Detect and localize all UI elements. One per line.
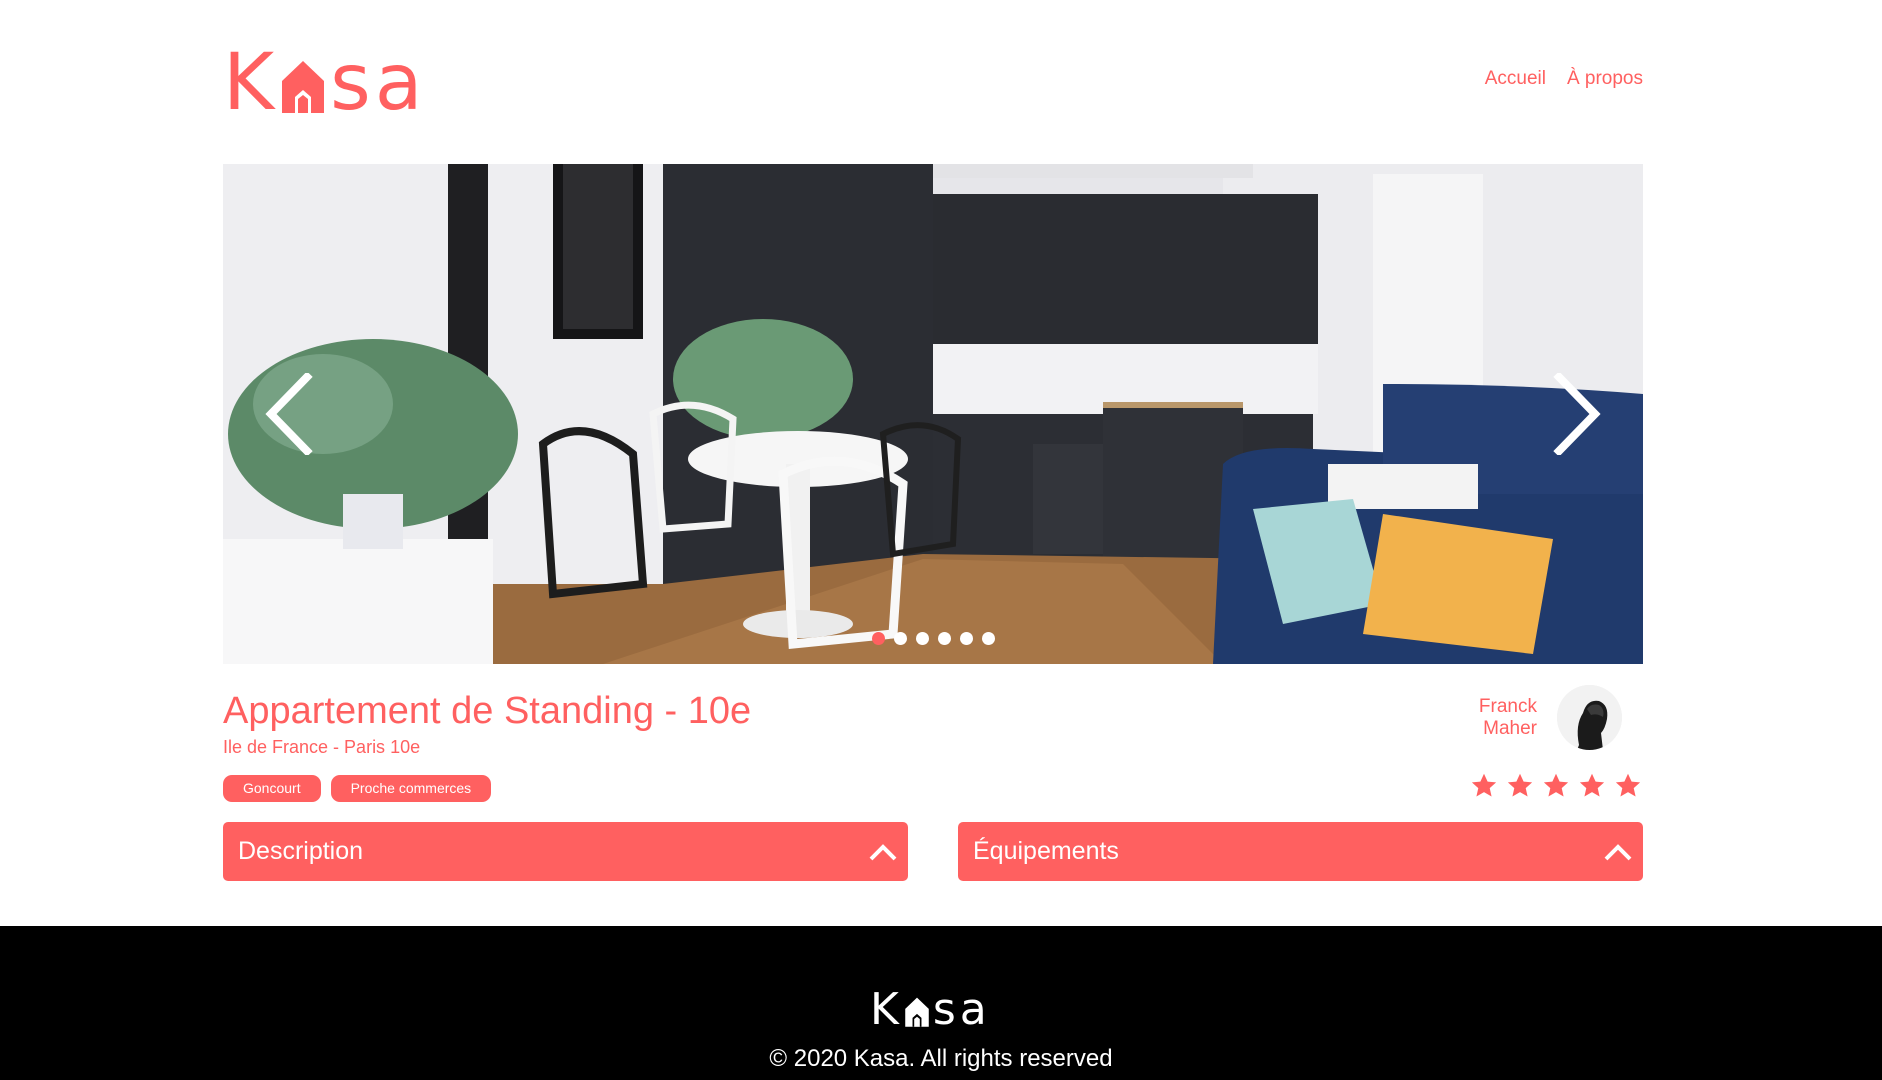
chevron-up-icon <box>869 843 897 860</box>
copyright-text: © 2020 Kasa. All rights reserved <box>769 1045 1113 1072</box>
image-slideshow <box>223 164 1643 664</box>
host-photo <box>1557 685 1622 750</box>
footer-kasa-logo: K sa <box>870 988 991 1032</box>
previous-slide-button[interactable] <box>258 364 318 464</box>
nav-link-a-propos[interactable]: À propos <box>1567 68 1643 90</box>
tag-list: Goncourt Proche commerces <box>223 775 492 802</box>
host-info: Franck Maher <box>1467 685 1622 750</box>
description-collapse-toggle[interactable]: Description <box>223 822 908 881</box>
page: K sa Accueil À propos Appartement de Sta… <box>0 0 1882 1080</box>
host-first-name: Franck <box>1478 695 1537 717</box>
chevron-up-icon <box>1604 843 1632 860</box>
chevron-left-icon <box>265 373 313 455</box>
listing-photo <box>223 164 1643 664</box>
footer-logo-letter-k: K <box>870 984 901 1035</box>
main-nav: Accueil À propos <box>1485 68 1643 90</box>
slide-indicator-dot[interactable] <box>871 632 885 645</box>
host-avatar <box>1557 685 1622 750</box>
star-icon <box>1507 773 1533 797</box>
logo-letter-k: K <box>223 37 277 128</box>
equipments-label: Équipements <box>973 837 1119 865</box>
equipments-collapse-toggle[interactable]: Équipements <box>958 822 1643 881</box>
slide-indicator-dot[interactable] <box>915 632 929 645</box>
description-label: Description <box>238 837 364 865</box>
logo-letters-sa: sa <box>330 37 427 128</box>
slide-indicator-dot[interactable] <box>893 632 907 645</box>
tag[interactable]: Goncourt <box>223 775 321 802</box>
next-slide-button[interactable] <box>1548 364 1608 464</box>
nav-link-accueil[interactable]: Accueil <box>1485 68 1546 90</box>
header: K sa Accueil À propos <box>223 44 1643 122</box>
slide-indicator-dot[interactable] <box>959 632 973 645</box>
star-icon <box>1543 773 1569 797</box>
slide-indicators <box>223 632 1643 645</box>
host-name: Franck Maher <box>1467 696 1537 740</box>
rating-stars <box>1470 772 1642 800</box>
star-icon <box>1579 773 1605 797</box>
house-logo-icon <box>282 60 325 113</box>
listing-location: Ile de France - Paris 10e <box>223 737 421 757</box>
kasa-logo[interactable]: K sa <box>223 44 427 122</box>
footer: K sa © 2020 Kasa. All rights reserved <box>0 926 1882 1080</box>
house-logo-icon <box>905 997 929 1027</box>
listing-title: Appartement de Standing - 10e <box>223 690 752 732</box>
chevron-right-icon <box>1553 373 1601 455</box>
footer-logo-letters-sa: sa <box>932 984 991 1035</box>
slide-indicator-dot[interactable] <box>937 632 951 645</box>
star-icon <box>1471 773 1497 797</box>
tag[interactable]: Proche commerces <box>330 775 492 802</box>
slide-indicator-dot[interactable] <box>981 632 995 645</box>
star-icon <box>1615 773 1641 797</box>
host-last-name: Maher <box>1483 717 1537 739</box>
